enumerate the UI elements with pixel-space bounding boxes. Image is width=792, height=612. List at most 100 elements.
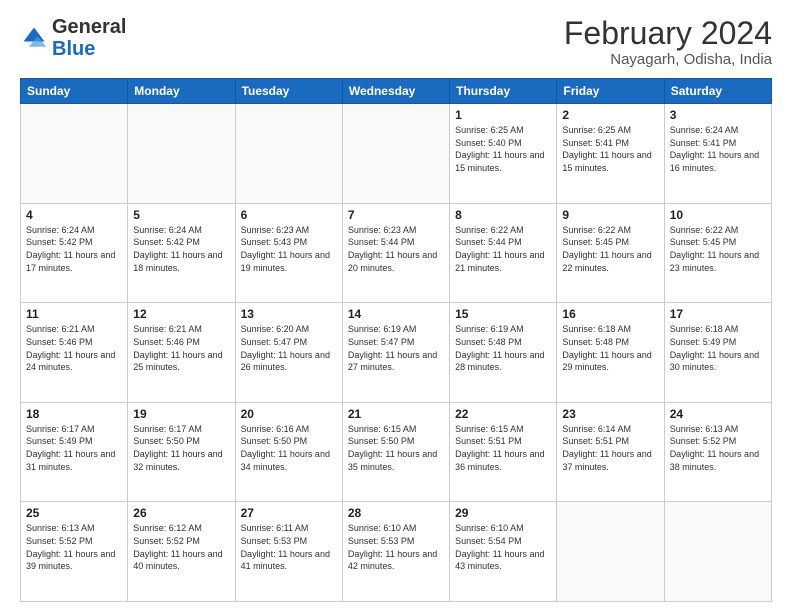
calendar-cell: 5 Sunrise: 6:24 AMSunset: 5:42 PMDaylight… — [128, 203, 235, 303]
title-section: February 2024 Nayagarh, Odisha, India — [564, 16, 772, 68]
day-number: 24 — [670, 407, 766, 421]
day-info: Sunrise: 6:22 AMSunset: 5:45 PMDaylight:… — [670, 224, 766, 274]
day-info: Sunrise: 6:14 AMSunset: 5:51 PMDaylight:… — [562, 423, 658, 473]
day-info: Sunrise: 6:13 AMSunset: 5:52 PMDaylight:… — [26, 522, 122, 572]
calendar-cell: 10 Sunrise: 6:22 AMSunset: 5:45 PMDayligh… — [664, 203, 771, 303]
day-number: 6 — [241, 208, 337, 222]
day-info: Sunrise: 6:11 AMSunset: 5:53 PMDaylight:… — [241, 522, 337, 572]
day-number: 8 — [455, 208, 551, 222]
calendar-cell: 28 Sunrise: 6:10 AMSunset: 5:53 PMDayligh… — [342, 502, 449, 602]
day-number: 2 — [562, 108, 658, 122]
day-info: Sunrise: 6:23 AMSunset: 5:44 PMDaylight:… — [348, 224, 444, 274]
day-number: 18 — [26, 407, 122, 421]
day-number: 13 — [241, 307, 337, 321]
header: General Blue February 2024 Nayagarh, Odi… — [20, 16, 772, 68]
day-info: Sunrise: 6:20 AMSunset: 5:47 PMDaylight:… — [241, 323, 337, 373]
day-number: 19 — [133, 407, 229, 421]
day-info: Sunrise: 6:15 AMSunset: 5:50 PMDaylight:… — [348, 423, 444, 473]
calendar-cell: 2 Sunrise: 6:25 AMSunset: 5:41 PMDaylight… — [557, 104, 664, 204]
day-number: 27 — [241, 506, 337, 520]
calendar-cell: 14 Sunrise: 6:19 AMSunset: 5:47 PMDayligh… — [342, 303, 449, 403]
day-number: 16 — [562, 307, 658, 321]
day-info: Sunrise: 6:22 AMSunset: 5:45 PMDaylight:… — [562, 224, 658, 274]
calendar-cell: 9Sunrise: 6:22 AMSunset: 5:45 PMDaylight… — [557, 203, 664, 303]
calendar-cell: 15 Sunrise: 6:19 AMSunset: 5:48 PMDayligh… — [450, 303, 557, 403]
day-number: 10 — [670, 208, 766, 222]
calendar-cell: 27 Sunrise: 6:11 AMSunset: 5:53 PMDayligh… — [235, 502, 342, 602]
day-number: 5 — [133, 208, 229, 222]
day-info: Sunrise: 6:12 AMSunset: 5:52 PMDaylight:… — [133, 522, 229, 572]
logo-icon — [20, 24, 48, 52]
header-saturday: Saturday — [664, 79, 771, 104]
calendar-cell: 12 Sunrise: 6:21 AMSunset: 5:46 PMDayligh… — [128, 303, 235, 403]
calendar-cell: 11 Sunrise: 6:21 AMSunset: 5:46 PMDayligh… — [21, 303, 128, 403]
day-info: Sunrise: 6:17 AMSunset: 5:50 PMDaylight:… — [133, 423, 229, 473]
calendar-cell: 18 Sunrise: 6:17 AMSunset: 5:49 PMDayligh… — [21, 402, 128, 502]
day-number: 23 — [562, 407, 658, 421]
day-info: Sunrise: 6:24 AMSunset: 5:42 PMDaylight:… — [26, 224, 122, 274]
day-number: 25 — [26, 506, 122, 520]
calendar-week-row: 4 Sunrise: 6:24 AMSunset: 5:42 PMDaylight… — [21, 203, 772, 303]
calendar-cell: 1 Sunrise: 6:25 AMSunset: 5:40 PMDaylight… — [450, 104, 557, 204]
calendar-week-row: 11 Sunrise: 6:21 AMSunset: 5:46 PMDayligh… — [21, 303, 772, 403]
day-number: 1 — [455, 108, 551, 122]
logo-blue: Blue — [52, 38, 95, 60]
day-info: Sunrise: 6:25 AMSunset: 5:40 PMDaylight:… — [455, 124, 551, 174]
day-info: Sunrise: 6:15 AMSunset: 5:51 PMDaylight:… — [455, 423, 551, 473]
day-number: 11 — [26, 307, 122, 321]
day-number: 14 — [348, 307, 444, 321]
day-number: 26 — [133, 506, 229, 520]
day-info: Sunrise: 6:23 AMSunset: 5:43 PMDaylight:… — [241, 224, 337, 274]
header-friday: Friday — [557, 79, 664, 104]
day-number: 17 — [670, 307, 766, 321]
day-number: 12 — [133, 307, 229, 321]
calendar-cell: 16 Sunrise: 6:18 AMSunset: 5:48 PMDayligh… — [557, 303, 664, 403]
day-info: Sunrise: 6:19 AMSunset: 5:47 PMDaylight:… — [348, 323, 444, 373]
day-number: 22 — [455, 407, 551, 421]
calendar-cell — [342, 104, 449, 204]
day-info: Sunrise: 6:18 AMSunset: 5:48 PMDaylight:… — [562, 323, 658, 373]
calendar-cell: 7Sunrise: 6:23 AMSunset: 5:44 PMDaylight… — [342, 203, 449, 303]
calendar-cell — [664, 502, 771, 602]
day-number: 20 — [241, 407, 337, 421]
calendar-cell: 25 Sunrise: 6:13 AMSunset: 5:52 PMDayligh… — [21, 502, 128, 602]
day-number: 21 — [348, 407, 444, 421]
calendar-cell: 4 Sunrise: 6:24 AMSunset: 5:42 PMDaylight… — [21, 203, 128, 303]
location: Nayagarh, Odisha, India — [564, 51, 772, 68]
calendar-cell — [21, 104, 128, 204]
calendar-cell: 29Sunrise: 6:10 AMSunset: 5:54 PMDayligh… — [450, 502, 557, 602]
day-number: 4 — [26, 208, 122, 222]
day-info: Sunrise: 6:25 AMSunset: 5:41 PMDaylight:… — [562, 124, 658, 174]
day-info: Sunrise: 6:19 AMSunset: 5:48 PMDaylight:… — [455, 323, 551, 373]
calendar-cell: 26 Sunrise: 6:12 AMSunset: 5:52 PMDayligh… — [128, 502, 235, 602]
calendar-cell: 17 Sunrise: 6:18 AMSunset: 5:49 PMDayligh… — [664, 303, 771, 403]
logo: General Blue — [20, 16, 126, 60]
calendar-cell — [235, 104, 342, 204]
weekday-header-row: Sunday Monday Tuesday Wednesday Thursday… — [21, 79, 772, 104]
calendar-cell: 23 Sunrise: 6:14 AMSunset: 5:51 PMDayligh… — [557, 402, 664, 502]
calendar-cell: 21 Sunrise: 6:15 AMSunset: 5:50 PMDayligh… — [342, 402, 449, 502]
header-sunday: Sunday — [21, 79, 128, 104]
day-info: Sunrise: 6:10 AMSunset: 5:54 PMDaylight:… — [455, 522, 551, 572]
day-info: Sunrise: 6:21 AMSunset: 5:46 PMDaylight:… — [26, 323, 122, 373]
calendar-cell: 19 Sunrise: 6:17 AMSunset: 5:50 PMDayligh… — [128, 402, 235, 502]
day-info: Sunrise: 6:17 AMSunset: 5:49 PMDaylight:… — [26, 423, 122, 473]
calendar-cell — [128, 104, 235, 204]
calendar-table: Sunday Monday Tuesday Wednesday Thursday… — [20, 78, 772, 602]
header-monday: Monday — [128, 79, 235, 104]
header-tuesday: Tuesday — [235, 79, 342, 104]
day-info: Sunrise: 6:18 AMSunset: 5:49 PMDaylight:… — [670, 323, 766, 373]
calendar-week-row: 25 Sunrise: 6:13 AMSunset: 5:52 PMDayligh… — [21, 502, 772, 602]
day-info: Sunrise: 6:10 AMSunset: 5:53 PMDaylight:… — [348, 522, 444, 572]
day-info: Sunrise: 6:24 AMSunset: 5:42 PMDaylight:… — [133, 224, 229, 274]
calendar-cell: 3 Sunrise: 6:24 AMSunset: 5:41 PMDaylight… — [664, 104, 771, 204]
logo-text: General Blue — [52, 16, 126, 60]
day-number: 15 — [455, 307, 551, 321]
day-number: 28 — [348, 506, 444, 520]
day-number: 3 — [670, 108, 766, 122]
header-thursday: Thursday — [450, 79, 557, 104]
calendar-cell: 8Sunrise: 6:22 AMSunset: 5:44 PMDaylight… — [450, 203, 557, 303]
day-info: Sunrise: 6:24 AMSunset: 5:41 PMDaylight:… — [670, 124, 766, 174]
day-info: Sunrise: 6:21 AMSunset: 5:46 PMDaylight:… — [133, 323, 229, 373]
calendar-cell: 24Sunrise: 6:13 AMSunset: 5:52 PMDayligh… — [664, 402, 771, 502]
